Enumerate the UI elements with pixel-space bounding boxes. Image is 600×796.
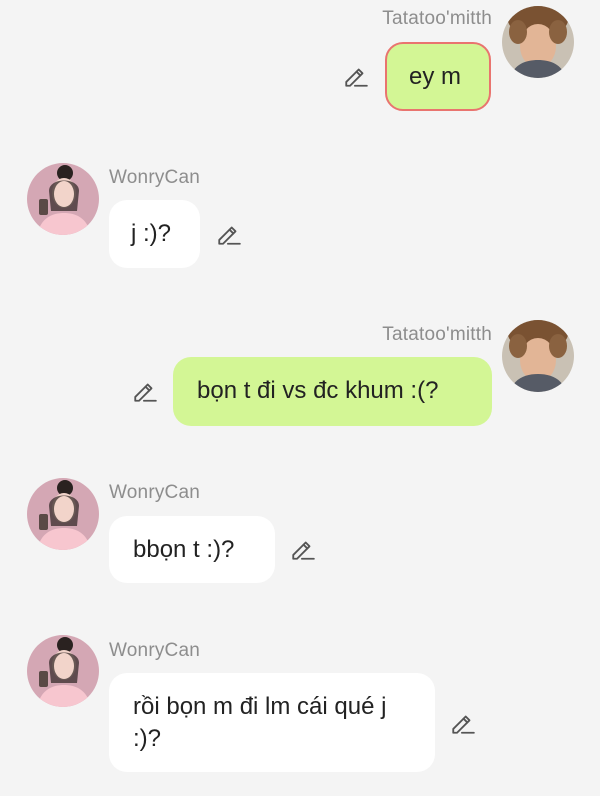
message-text: rồi bọn m đi lm cái qué j :)? <box>133 693 387 752</box>
avatar[interactable] <box>502 6 574 78</box>
message-text: ey m <box>409 63 462 90</box>
message-text: bọn t đi vs đc khum :(? <box>197 377 439 404</box>
message-bubble[interactable]: ey m <box>385 42 491 111</box>
avatar[interactable] <box>27 635 99 707</box>
avatar[interactable] <box>502 320 574 392</box>
message-bubble[interactable]: bbọn t :)? <box>109 516 275 583</box>
sender-name: WonryCan <box>109 167 201 188</box>
message-bubble[interactable]: j :)? <box>109 200 200 268</box>
message-text: j :)? <box>131 220 172 247</box>
message-bubble[interactable]: bọn t đi vs đc khum :(? <box>173 357 492 426</box>
message-bubble[interactable]: rồi bọn m đi lm cái qué j :)? <box>109 673 435 772</box>
message-text: bbọn t :)? <box>133 536 235 563</box>
sender-name: WonryCan <box>109 482 201 503</box>
sender-name: Tatatoo'mitth <box>382 324 492 345</box>
edit-icon[interactable] <box>343 63 369 89</box>
edit-icon[interactable] <box>132 378 158 404</box>
edit-icon[interactable] <box>450 710 476 736</box>
sender-name: WonryCan <box>109 640 201 661</box>
avatar[interactable] <box>27 478 99 550</box>
avatar[interactable] <box>27 163 99 235</box>
edit-icon[interactable] <box>290 536 316 562</box>
edit-icon[interactable] <box>216 221 242 247</box>
sender-name: Tatatoo'mitth <box>382 8 492 29</box>
